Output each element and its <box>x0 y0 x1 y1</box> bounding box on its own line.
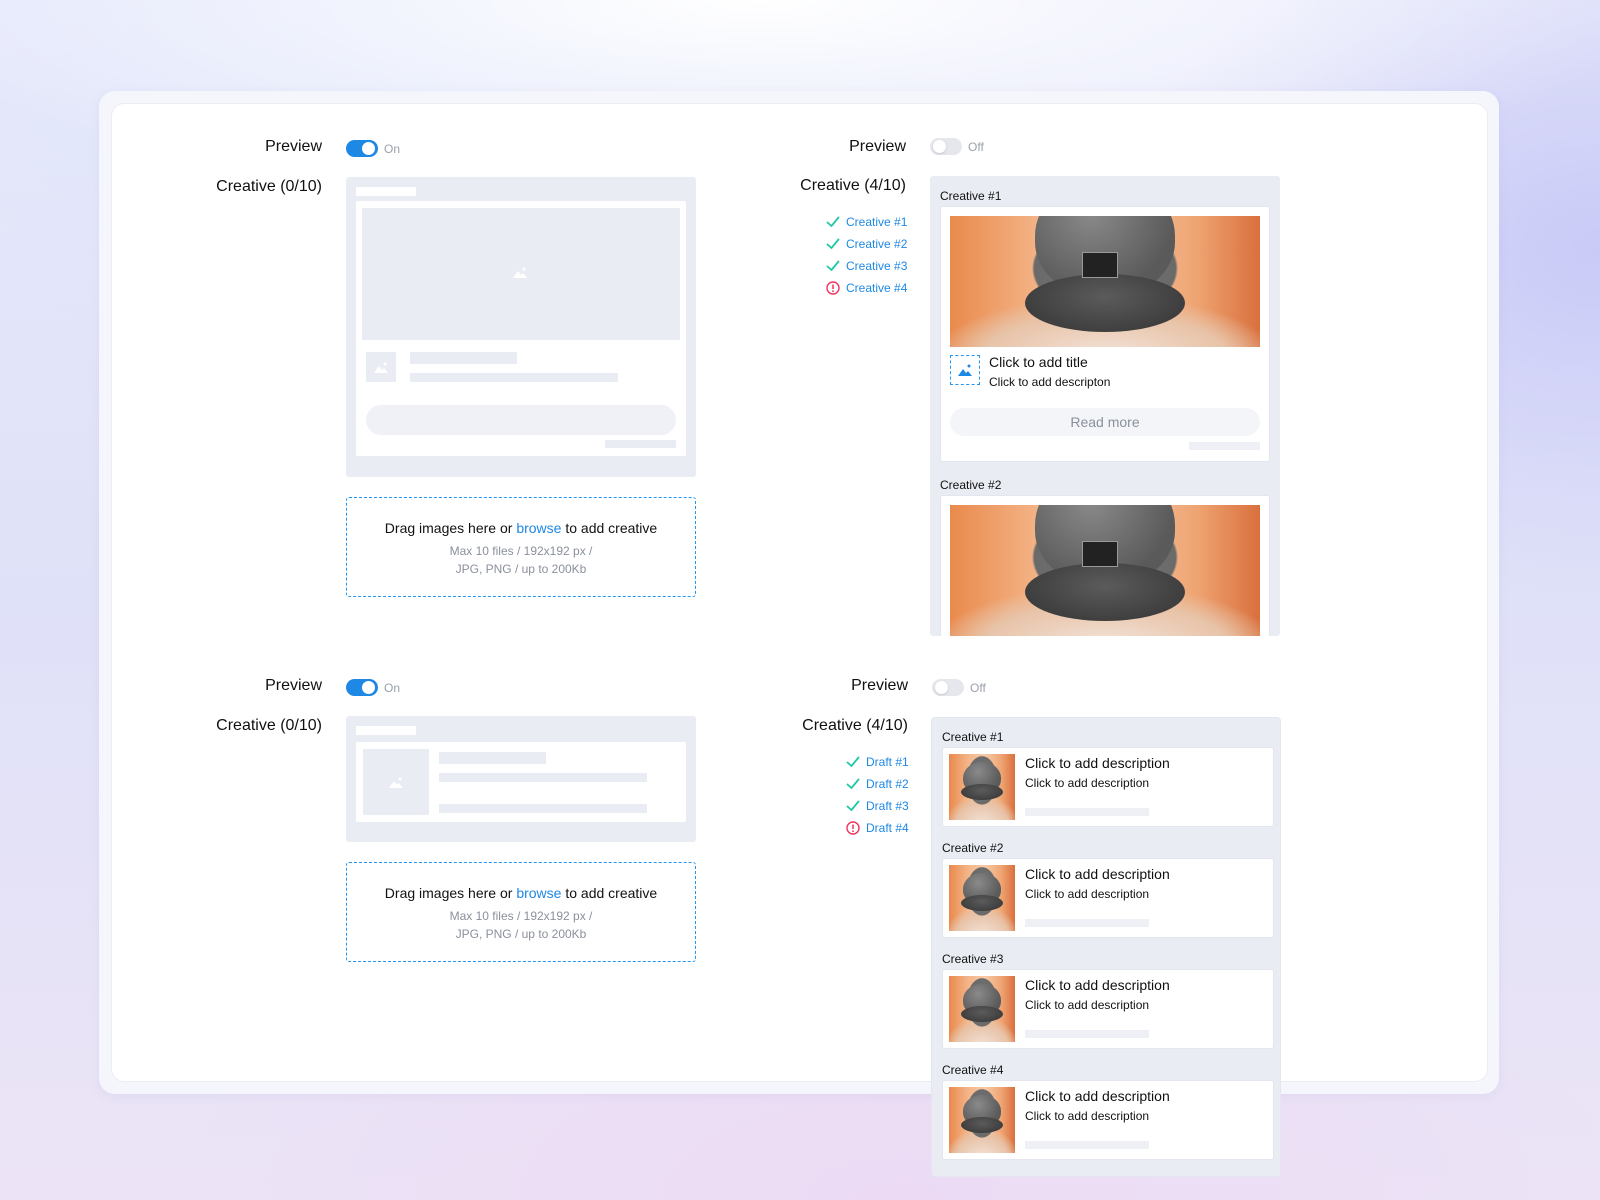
upload-dropzone[interactable]: Drag images here or browse to add creati… <box>346 497 696 597</box>
card-title[interactable]: Click to add description <box>1025 977 1170 993</box>
creative-card[interactable]: Click to add description Click to add de… <box>942 747 1274 827</box>
card-description[interactable]: Click to add description <box>1025 1109 1149 1123</box>
dropzone-text: Drag images here or browse to add creati… <box>384 520 658 536</box>
check-icon <box>846 755 860 769</box>
creative-count-label: Creative (0/10) <box>216 178 322 195</box>
skeleton-line <box>439 752 546 764</box>
toggle-state-text: Off <box>968 140 984 154</box>
card-description[interactable]: Click to add descripton <box>989 375 1110 389</box>
preview-label: Preview <box>265 138 322 155</box>
status-item[interactable]: Draft #3 <box>846 799 909 813</box>
dropzone-hint: Max 10 files / 192x192 px / JPG, PNG / up… <box>449 909 593 941</box>
creative-thumbnail <box>949 865 1015 931</box>
check-icon <box>826 237 840 251</box>
image-icon <box>958 364 972 376</box>
error-icon <box>846 821 860 835</box>
card-caption: Creative #2 <box>942 841 1004 855</box>
logo-upload[interactable] <box>950 355 980 385</box>
status-item[interactable]: Draft #4 <box>846 821 909 835</box>
skeleton-line <box>410 352 517 364</box>
card-caption: Creative #2 <box>940 478 1002 492</box>
skeleton-line <box>1025 808 1149 816</box>
creative-card[interactable]: Click to add description Click to add de… <box>942 969 1274 1049</box>
skeleton-line <box>356 726 416 735</box>
browse-link[interactable]: browse <box>516 885 561 901</box>
preview-toggle[interactable] <box>346 679 378 696</box>
button-placeholder <box>366 405 676 435</box>
card-caption: Creative #3 <box>942 952 1004 966</box>
skeleton-line <box>439 804 647 813</box>
creatives-preview-list: Creative #1 Click to add description Cli… <box>932 718 1280 1176</box>
status-item[interactable]: Creative #1 <box>826 215 907 229</box>
status-item[interactable]: Creative #3 <box>826 259 907 273</box>
skeleton-line <box>605 440 676 448</box>
card-caption: Creative #1 <box>942 730 1004 744</box>
card-title[interactable]: Click to add description <box>1025 755 1170 771</box>
dropzone-hint: Max 10 files / 192x192 px / JPG, PNG / up… <box>449 544 593 576</box>
skeleton-line <box>1025 1030 1149 1038</box>
skeleton-line <box>439 773 647 782</box>
preview-toggle[interactable] <box>932 679 964 696</box>
check-icon <box>846 799 860 813</box>
preview-label: Preview <box>851 677 908 694</box>
creative-image <box>950 505 1260 636</box>
browse-link[interactable]: browse <box>516 520 561 536</box>
creative-thumbnail <box>949 976 1015 1042</box>
skeleton-line <box>1025 1141 1149 1149</box>
preview-toggle[interactable] <box>930 138 962 155</box>
preview-label: Preview <box>849 138 906 155</box>
card-caption: Creative #1 <box>940 189 1002 203</box>
preview-label: Preview <box>265 677 322 694</box>
image-icon <box>373 360 389 379</box>
creative-thumbnail <box>949 1087 1015 1153</box>
dropzone-text: Drag images here or browse to add creati… <box>384 885 658 901</box>
toggle-state-text: On <box>384 681 401 695</box>
upload-dropzone[interactable]: Drag images here or browse to add creati… <box>346 862 696 962</box>
skeleton-line <box>410 373 618 382</box>
creative-card[interactable]: Click to add description Click to add de… <box>942 1080 1274 1160</box>
toggle-state-text: Off <box>970 681 986 695</box>
card-title[interactable]: Click to add description <box>1025 1088 1170 1104</box>
preview-toggle[interactable] <box>346 140 378 157</box>
image-icon <box>512 265 528 279</box>
creative-card[interactable] <box>940 495 1270 636</box>
card-caption: Creative #4 <box>942 1063 1004 1077</box>
creative-count-label: Creative (4/10) <box>802 717 908 734</box>
check-icon <box>846 777 860 791</box>
image-icon <box>388 775 404 794</box>
check-icon <box>826 259 840 273</box>
status-item[interactable]: Creative #4 <box>826 281 907 295</box>
skeleton-line <box>1025 919 1149 927</box>
creative-count-label: Creative (4/10) <box>800 177 906 194</box>
toggle-state-text: On <box>384 142 401 156</box>
creative-card[interactable]: Click to add title Click to add descript… <box>940 206 1270 462</box>
status-item[interactable]: Draft #2 <box>846 777 909 791</box>
skeleton-line <box>356 187 416 196</box>
creatives-preview-list: Creative #1 Click to add title Click to … <box>930 176 1280 636</box>
card-description[interactable]: Click to add description <box>1025 776 1149 790</box>
status-item[interactable]: Draft #1 <box>846 755 909 769</box>
read-more-button[interactable]: Read more <box>950 408 1260 436</box>
creative-count-label: Creative (0/10) <box>216 717 322 734</box>
skeleton-line <box>1189 442 1260 450</box>
main-panel <box>112 104 1487 1081</box>
creative-image <box>950 216 1260 347</box>
check-icon <box>826 215 840 229</box>
card-title[interactable]: Click to add description <box>1025 866 1170 882</box>
error-icon <box>826 281 840 295</box>
creative-thumbnail <box>949 754 1015 820</box>
creative-card[interactable]: Click to add description Click to add de… <box>942 858 1274 938</box>
card-description[interactable]: Click to add description <box>1025 998 1149 1012</box>
card-description[interactable]: Click to add description <box>1025 887 1149 901</box>
card-title[interactable]: Click to add title <box>989 354 1088 370</box>
status-item[interactable]: Creative #2 <box>826 237 907 251</box>
